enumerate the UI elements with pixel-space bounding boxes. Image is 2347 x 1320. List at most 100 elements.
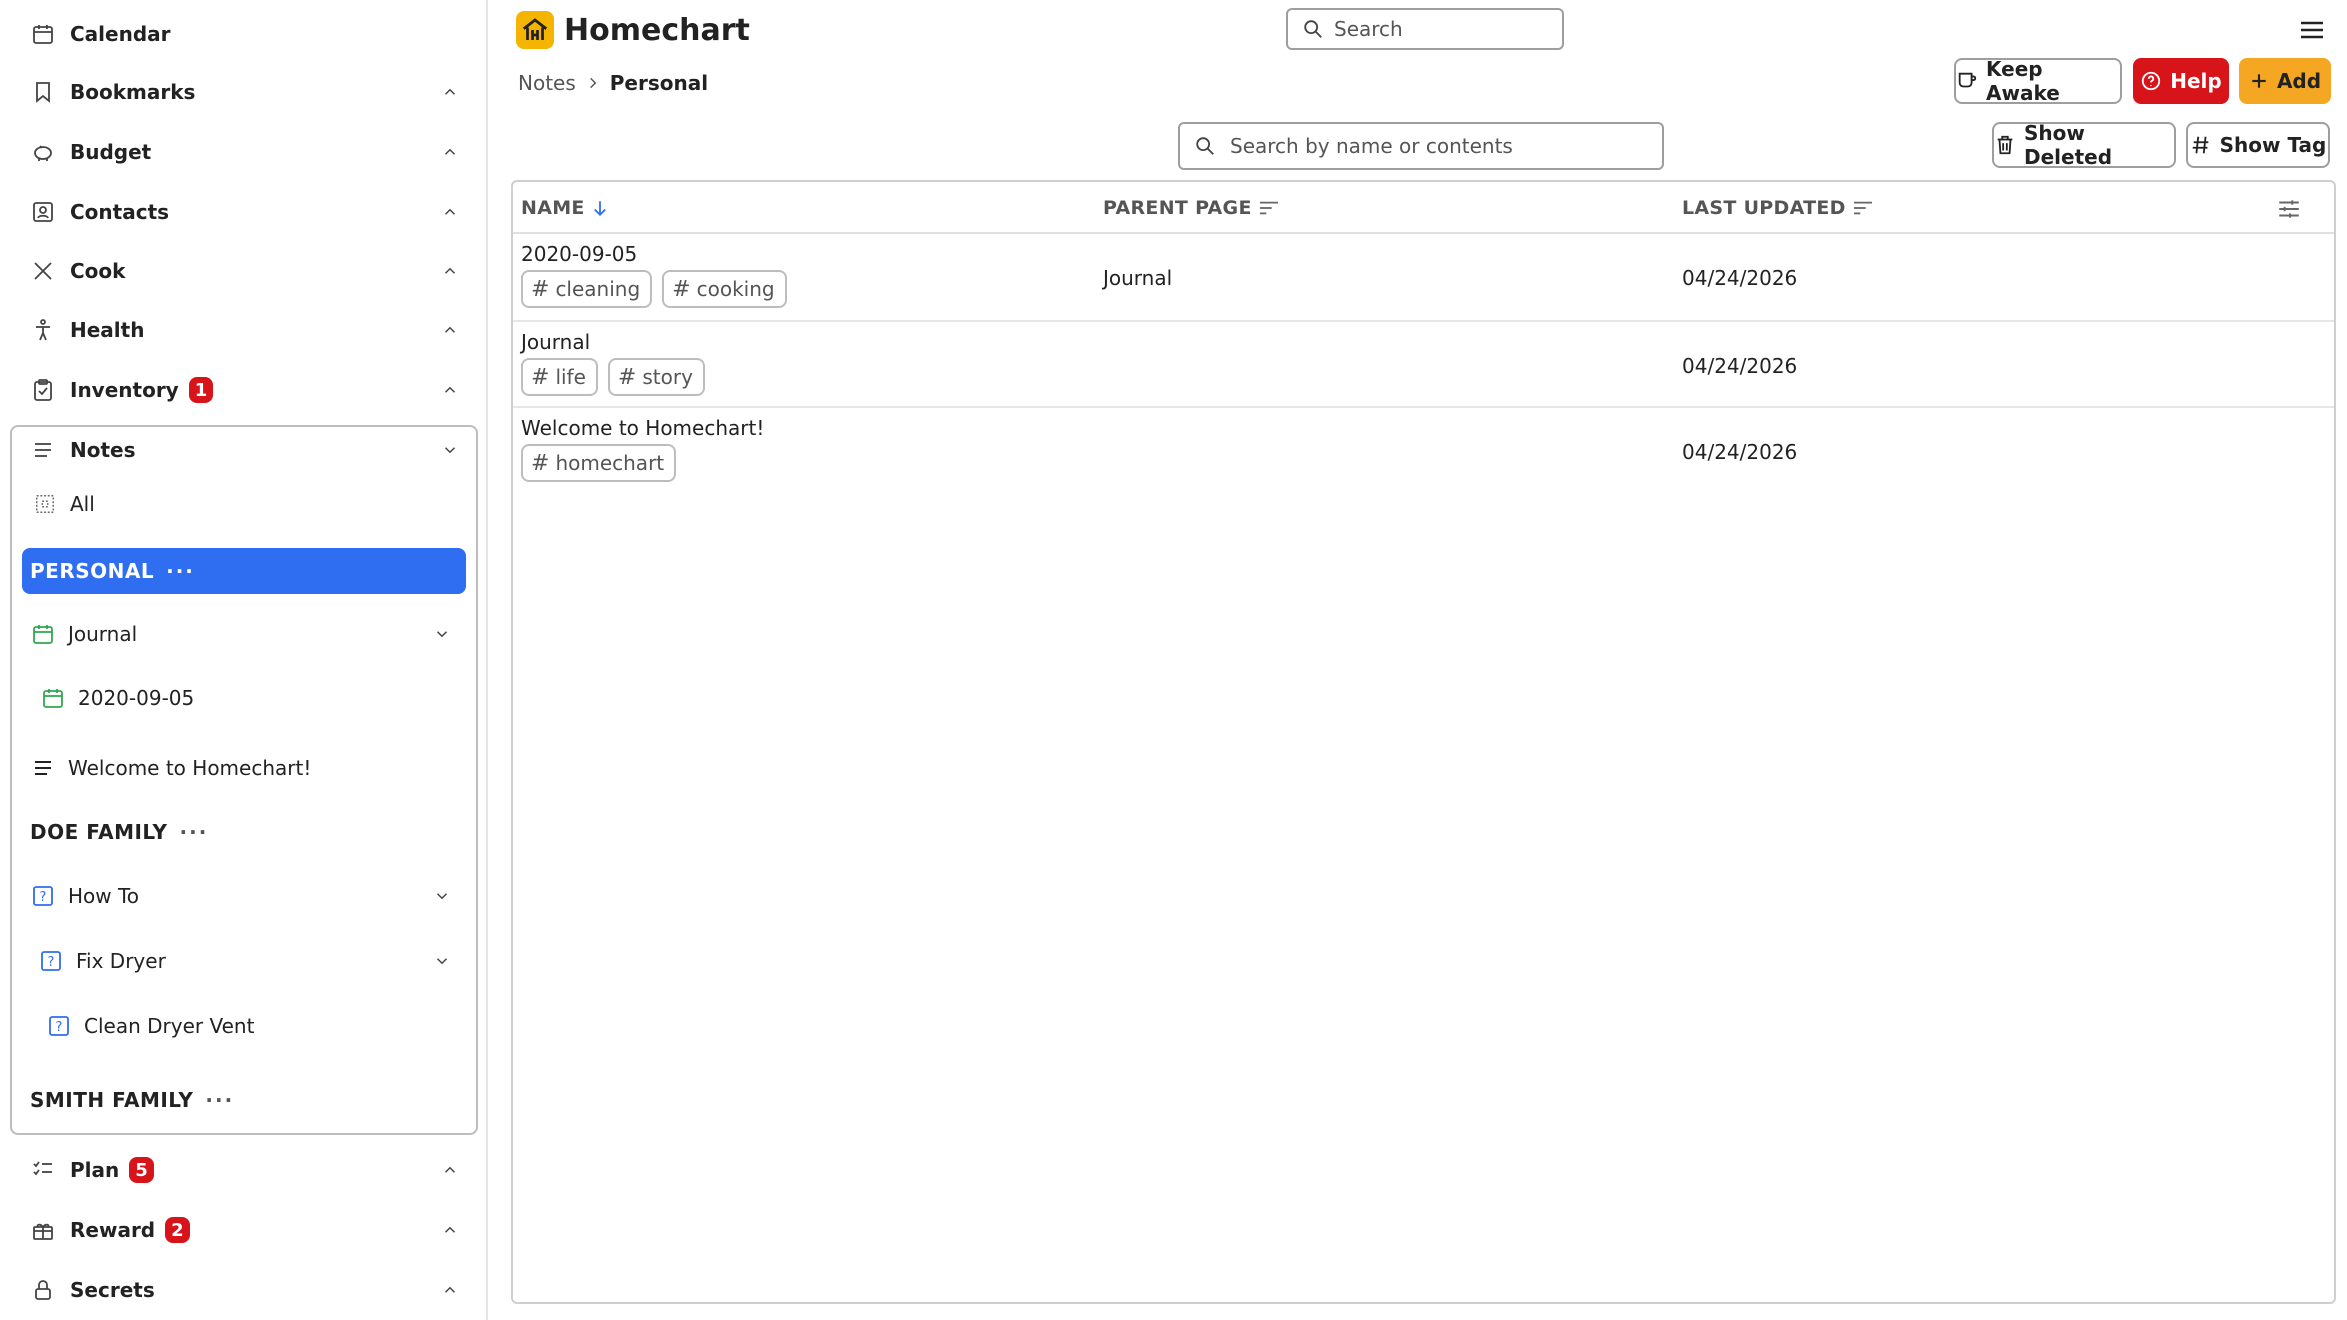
sidebar-group-doe-family[interactable]: DOE FAMILY ··· [30, 814, 208, 850]
notes-icon [30, 755, 56, 781]
utensils-icon [30, 258, 56, 284]
more-options-icon[interactable]: ··· [166, 559, 195, 583]
sidebar-item-plan[interactable]: Plan 5 [30, 1150, 462, 1190]
keep-awake-button[interactable]: Keep Awake [1954, 57, 2122, 105]
chevron-up-icon[interactable] [438, 80, 462, 104]
checklist-icon [30, 1157, 56, 1183]
personal-label: PERSONAL [30, 559, 155, 583]
hamburger-menu-icon[interactable] [2298, 18, 2326, 42]
plus-icon [2249, 71, 2269, 91]
tag-list: # life # story [521, 358, 705, 396]
table-row[interactable]: Journal # life # story 04/24/2026 [513, 322, 2334, 408]
sidebar-item-contacts[interactable]: Contacts [30, 192, 462, 232]
hashtag-icon: # [617, 364, 637, 390]
more-options-icon[interactable]: ··· [180, 820, 209, 844]
sidebar-item-journal-entry[interactable]: 2020-09-05 [40, 678, 194, 718]
lock-icon [30, 1277, 56, 1303]
tag-chip[interactable]: # story [607, 358, 705, 396]
breadcrumb-notes[interactable]: Notes [518, 71, 576, 95]
sidebar-item-fix-dryer[interactable]: ? Fix Dryer [38, 941, 166, 981]
plan-count-badge: 5 [129, 1157, 154, 1183]
help-button[interactable]: Help [2133, 58, 2229, 104]
column-header-name[interactable]: NAME [521, 182, 609, 234]
chevron-down-icon[interactable] [438, 438, 462, 462]
reward-count-badge: 2 [165, 1217, 190, 1243]
more-options-icon[interactable]: ··· [205, 1088, 234, 1112]
global-search-placeholder: Search [1334, 17, 1403, 41]
person-icon [30, 317, 56, 343]
sidebar-item-reward[interactable]: Reward 2 [30, 1210, 462, 1250]
calendar-icon [40, 685, 66, 711]
sidebar-item-label: Budget [70, 140, 152, 164]
app-brand[interactable]: Homechart [516, 8, 750, 52]
search-icon [1194, 135, 1216, 157]
chevron-up-icon[interactable] [438, 1278, 462, 1302]
sidebar-item-clean-dryer-vent[interactable]: ? Clean Dryer Vent [46, 1006, 254, 1046]
gift-icon [30, 1217, 56, 1243]
last-updated-value: 04/24/2026 [1682, 440, 1798, 464]
column-header-parent-page[interactable]: PARENT PAGE [1103, 182, 1280, 234]
tag-label: cooking [696, 277, 775, 301]
chevron-up-icon[interactable] [438, 1158, 462, 1182]
notes-all-item[interactable]: All [32, 484, 95, 524]
sidebar-item-label: Plan [70, 1158, 120, 1182]
sidebar-item-inventory[interactable]: Inventory 1 [30, 370, 462, 410]
chevron-up-icon[interactable] [438, 200, 462, 224]
note-name[interactable]: Journal [521, 330, 590, 354]
sidebar-item-calendar[interactable]: Calendar [30, 14, 462, 54]
chevron-up-icon[interactable] [438, 318, 462, 342]
column-header-label: PARENT PAGE [1103, 197, 1252, 219]
how-to-label: How To [68, 884, 140, 908]
hashtag-icon: # [531, 364, 550, 390]
sidebar-item-label: Reward [70, 1218, 156, 1242]
sidebar-item-label: Cook [70, 259, 126, 283]
chevron-up-icon[interactable] [438, 259, 462, 283]
show-deleted-button[interactable]: Show Deleted [1992, 121, 2176, 169]
table-row[interactable]: 2020-09-05 # cleaning # cooking Journal 04… [513, 234, 2334, 322]
sidebar-group-smith-family[interactable]: SMITH FAMILY ··· [30, 1082, 234, 1118]
sidebar-item-secrets[interactable]: Secrets [30, 1270, 462, 1310]
add-button[interactable]: Add [2239, 58, 2331, 104]
note-name[interactable]: Welcome to Homechart! [521, 416, 764, 440]
sidebar-item-bookmarks[interactable]: Bookmarks [30, 72, 462, 112]
sidebar-group-personal[interactable]: PERSONAL ··· [22, 548, 466, 594]
tag-chip[interactable]: # cleaning [521, 270, 653, 308]
chevron-down-icon[interactable] [430, 622, 454, 646]
contacts-icon [30, 199, 56, 225]
chevron-up-icon[interactable] [438, 378, 462, 402]
sidebar-item-cook[interactable]: Cook [30, 251, 462, 291]
sidebar-item-notes[interactable]: Notes [30, 430, 462, 470]
show-deleted-label: Show Deleted [2024, 121, 2113, 169]
sidebar-item-health[interactable]: Health [30, 310, 462, 350]
column-header-last-updated[interactable]: LAST UPDATED [1682, 182, 1874, 234]
bookmark-icon [30, 79, 56, 105]
chevron-down-icon[interactable] [430, 884, 454, 908]
tag-chip[interactable]: # homechart [521, 444, 677, 482]
sidebar-item-welcome[interactable]: Welcome to Homechart! [30, 748, 311, 788]
notes-filter-input[interactable]: Search by name or contents [1178, 122, 1664, 170]
last-updated-value: 04/24/2026 [1682, 266, 1798, 290]
show-tag-button[interactable]: Show Tag [2186, 122, 2330, 168]
tag-list: # homechart [521, 444, 677, 482]
sidebar-item-label: Bookmarks [70, 80, 196, 104]
global-search-input[interactable]: Search [1286, 8, 1564, 50]
note-name[interactable]: 2020-09-05 [521, 242, 637, 266]
svg-text:?: ? [56, 1020, 63, 1035]
sidebar-item-journal[interactable]: Journal [30, 614, 137, 654]
journal-label: Journal [68, 622, 138, 646]
chevron-down-icon[interactable] [430, 949, 454, 973]
help-circle-icon [2140, 70, 2162, 92]
tag-chip[interactable]: # cooking [662, 270, 787, 308]
tag-chip[interactable]: # life [521, 358, 598, 396]
chevron-right-icon [586, 76, 600, 90]
sidebar-item-label: Notes [70, 438, 136, 462]
clipboard-icon [30, 377, 56, 403]
all-items-icon [32, 491, 58, 517]
parent-page-link[interactable]: Journal [1103, 266, 1172, 290]
calendar-icon [30, 21, 56, 47]
chevron-up-icon[interactable] [438, 140, 462, 164]
sidebar-item-how-to[interactable]: ? How To [30, 876, 139, 916]
chevron-up-icon[interactable] [438, 1218, 462, 1242]
sidebar-item-budget[interactable]: Budget [30, 132, 462, 172]
column-settings-icon[interactable] [2276, 196, 2302, 222]
